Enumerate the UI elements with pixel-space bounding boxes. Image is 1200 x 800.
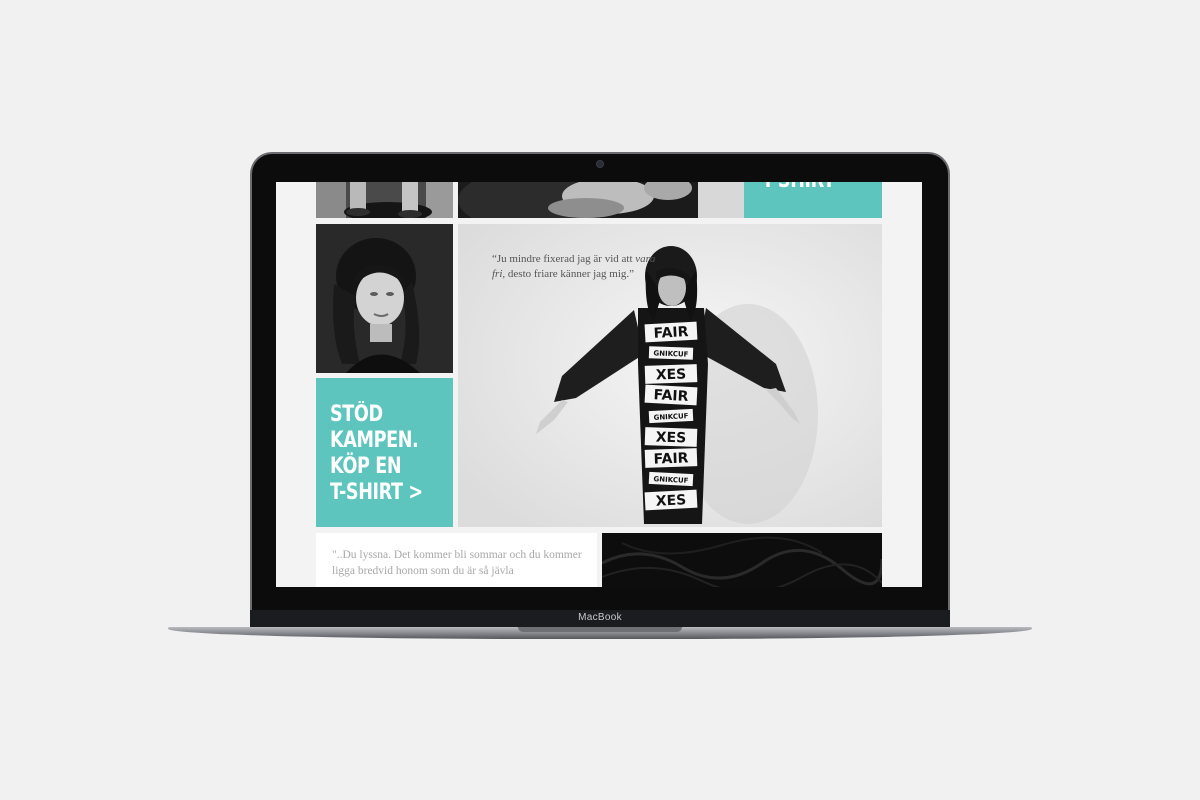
shirt-word-label: XES [644,489,698,511]
shirt-word-text: FAIR [653,450,689,467]
cta-line[interactable]: T-SHIRT > [330,480,450,506]
legs-photo [316,182,453,218]
shirt-word-label: XES [644,364,698,384]
legs-photo-tile[interactable] [316,182,453,218]
shirt-word-label: FAIR [644,321,698,343]
tshirt-promo-tile[interactable]: T-SHIRT [744,182,882,218]
cta-line: STÖD [330,402,383,427]
shirt-word-text: GNIKCUF [653,349,688,358]
dark-photo [602,533,882,587]
shirt-word-label: XES [644,427,698,447]
shirt-word-text: XES [655,429,686,446]
shirt-word-text: XES [655,492,686,510]
laptop-brand-label: MacBook [578,612,622,623]
camera-icon [596,160,604,168]
support-cta-tile[interactable]: STÖD KAMPEN. KÖP EN T-SHIRT > [316,378,453,527]
hero-photo-tile[interactable]: “Ju mindre fixerad jag är vid att vara f… [458,224,882,527]
shirt-word-label: GNIKCUF [648,346,694,360]
shirt-word-label: FAIR [644,448,698,468]
shirt-word-label: GNIKCUF [648,471,694,487]
portrait-photo-tile[interactable] [316,224,453,373]
tshirt-promo-text: T-SHIRT [762,182,835,194]
portrait-photo [316,224,453,373]
dark-photo-tile[interactable] [602,533,882,587]
shirt-word-text: FAIR [653,387,689,405]
cta-line: KAMPEN. [330,428,419,453]
story-quote-text: "..Du lyssna. Det kommer bli sommar och … [332,549,582,577]
hero-quote: “Ju mindre fixerad jag är vid att vara f… [492,252,662,282]
shirt-words: FAIR GNIKCUF XES FAIR GNIKCUF XES FAIR GNIKCUF X… [644,321,698,511]
hero-quote-part1: “Ju mindre fixerad jag är vid att [492,253,636,265]
cta-line: KÖP EN [330,454,402,479]
story-quote-card[interactable]: "..Du lyssna. Det kommer bli sommar och … [316,533,597,587]
shirt-word-label: FAIR [644,384,698,406]
support-cta-text: STÖD KAMPEN. KÖP EN T-SHIRT > [330,402,450,506]
shirt-word-label: GNIKCUF [648,408,694,424]
website-screen: T-SHIRT STÖD KAMPEN. KÖP EN T-SHIRT > [276,182,922,587]
hero-quote-part2: , desto friare känner jag mig.” [502,268,635,280]
laptop-notch [518,627,682,632]
shirt-word-text: XES [656,366,687,383]
shirt-word-text: FAIR [653,324,689,342]
